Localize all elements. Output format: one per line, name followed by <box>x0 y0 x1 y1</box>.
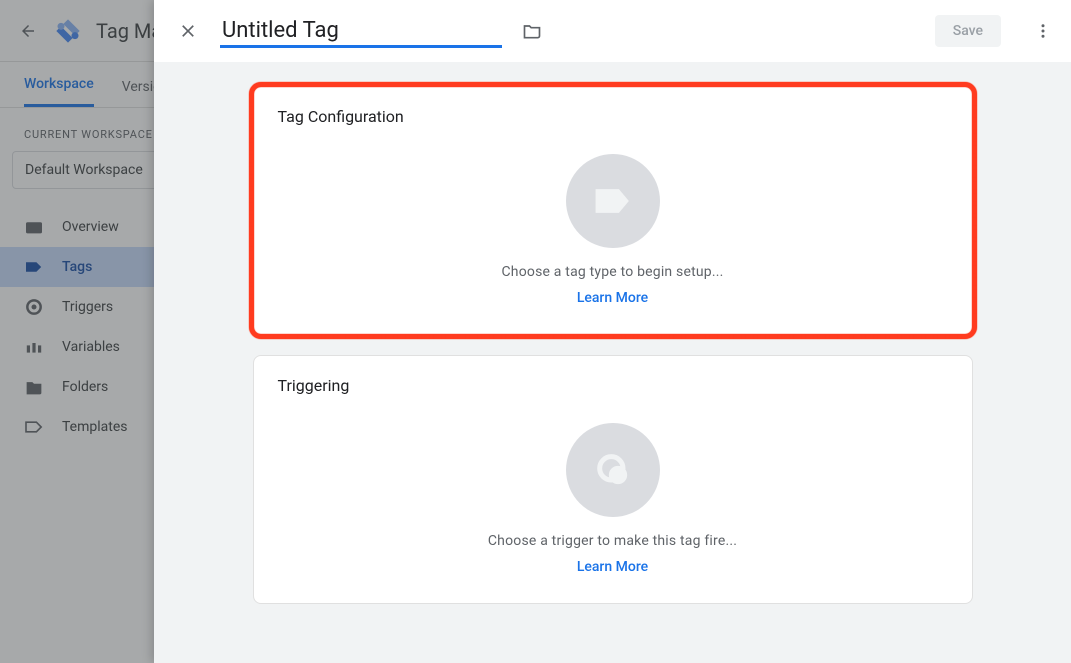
more-vert-icon <box>1034 22 1052 40</box>
trigger-placeholder-circle <box>566 423 660 517</box>
tag-title-input[interactable] <box>220 14 502 48</box>
more-menu-button[interactable] <box>1027 15 1059 47</box>
trigger-placeholder-text: Choose a trigger to make this tag fire..… <box>488 533 737 549</box>
card-title: Tag Configuration <box>278 107 948 126</box>
trigger-icon <box>593 450 633 490</box>
card-title: Triggering <box>278 376 948 395</box>
tag-configuration-card[interactable]: Tag Configuration Choose a tag type to b… <box>253 86 973 335</box>
trigger-learn-more-link[interactable]: Learn More <box>577 559 648 575</box>
save-button[interactable]: Save <box>935 15 1001 47</box>
tag-editor-panel: Save Tag Configuration Choose a tag type… <box>154 0 1071 663</box>
tag-placeholder-circle <box>566 154 660 248</box>
close-button[interactable] <box>174 17 202 45</box>
tag-icon <box>591 179 635 223</box>
folder-button[interactable] <box>520 19 544 43</box>
triggering-card[interactable]: Triggering Choose a trigger to make this… <box>253 355 973 604</box>
folder-icon <box>522 21 542 41</box>
config-placeholder-text: Choose a tag type to begin setup... <box>501 264 723 280</box>
close-icon <box>178 21 198 41</box>
config-learn-more-link[interactable]: Learn More <box>577 290 648 306</box>
